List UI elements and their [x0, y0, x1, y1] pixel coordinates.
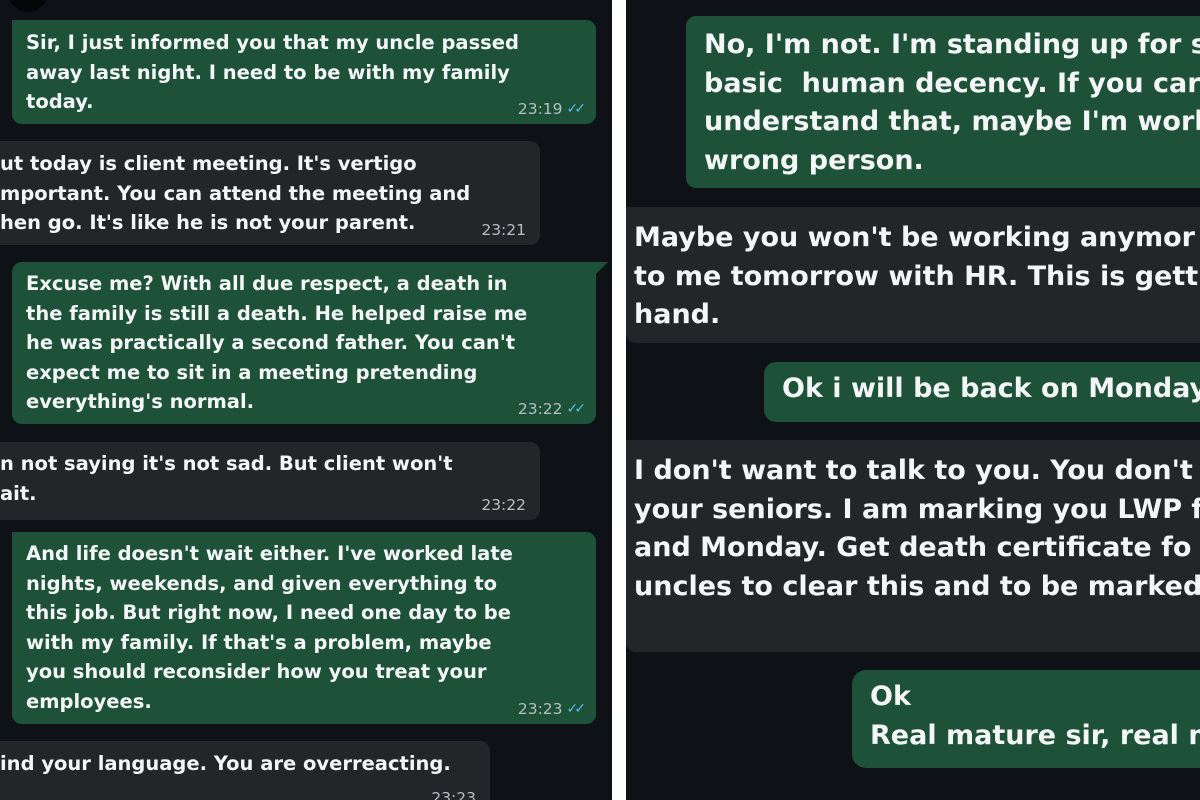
chat-panel-right: No, I'm not. I'm standing up for s basic… [626, 0, 1200, 800]
message-bubble-incoming[interactable]: ut today is client meeting. It's vertigo… [0, 141, 540, 245]
message-bubble-incoming[interactable]: n not saying it's not sad. But client wo… [0, 442, 540, 520]
double-check-icon: ✓✓ [566, 401, 587, 417]
message-time: 23:22 [481, 496, 526, 514]
chat-panel-left: Sir, I just informed you that my uncle p… [0, 0, 612, 800]
message-bubble-outgoing[interactable]: Sir, I just informed you that my uncle p… [12, 20, 596, 124]
message-meta: 23:23 ✓✓ [517, 700, 587, 718]
message-bubble-outgoing[interactable]: No, I'm not. I'm standing up for s basic… [686, 16, 1200, 188]
message-text: Ok i will be back on Monday [782, 373, 1200, 404]
message-text: Ok Real mature sir, real m [870, 681, 1200, 751]
message-bubble-incoming[interactable]: I don't want to talk to you. You don't y… [626, 440, 1200, 652]
message-time: 23:23 [517, 700, 563, 718]
message-meta: 23:23 [431, 789, 476, 800]
message-time: 23:22 [517, 400, 563, 418]
message-text: I don't want to talk to you. You don't y… [634, 455, 1200, 602]
bubble-tail [596, 262, 608, 274]
message-bubble-outgoing[interactable]: Ok i will be back on Monday [764, 362, 1200, 422]
double-check-icon: ✓✓ [566, 101, 587, 117]
message-bubble-incoming[interactable]: Maybe you won't be working anymor to me … [626, 207, 1200, 343]
message-text: Sir, I just informed you that my uncle p… [26, 31, 519, 113]
message-time: 23:21 [481, 221, 526, 239]
message-bubble-outgoing[interactable]: Ok Real mature sir, real m [852, 670, 1200, 768]
message-text: ind your language. You are overreacting. [0, 752, 451, 775]
message-meta: 23:19 ✓✓ [517, 100, 587, 118]
message-meta: 23:21 [481, 221, 526, 239]
double-check-icon: ✓✓ [566, 701, 587, 717]
message-meta: 23:22 [481, 496, 526, 514]
message-bubble-outgoing[interactable]: And life doesn't wait either. I've worke… [12, 532, 596, 724]
message-text: n not saying it's not sad. But client wo… [0, 452, 453, 505]
message-meta: 23:22 ✓✓ [517, 400, 587, 418]
message-text: No, I'm not. I'm standing up for s basic… [704, 29, 1200, 176]
message-text: And life doesn't wait either. I've worke… [26, 542, 513, 713]
message-text: Maybe you won't be working anymor to me … [634, 222, 1200, 330]
message-text: ut today is client meeting. It's vertigo… [0, 152, 471, 234]
message-bubble-incoming[interactable]: ind your language. You are overreacting.… [0, 741, 490, 800]
message-time: 23:19 [517, 100, 563, 118]
message-bubble-outgoing[interactable]: Excuse me? With all due respect, a death… [12, 262, 596, 424]
message-text: Excuse me? With all due respect, a death… [26, 272, 528, 413]
message-time: 23:23 [431, 789, 476, 800]
